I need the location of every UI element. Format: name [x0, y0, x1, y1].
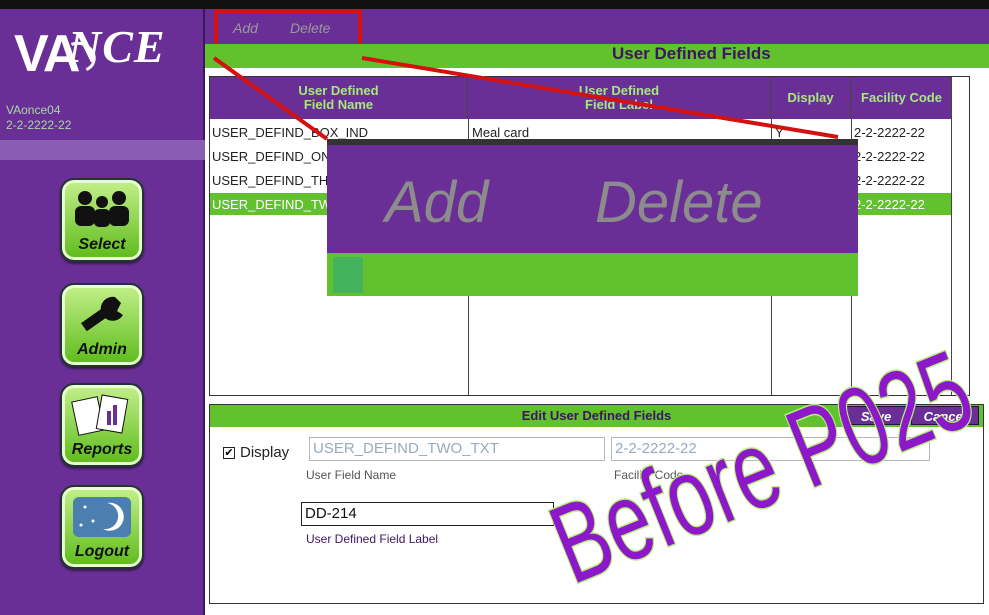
nav-select-label: Select: [78, 236, 126, 253]
sidebar: VA NCE VAonce04 2-2-2222-22 Select Admin…: [0, 0, 205, 615]
cell-field-label: Meal card: [472, 125, 530, 140]
field-label-input[interactable]: DD-214: [301, 502, 554, 526]
zoom-green-band: [327, 253, 858, 296]
cell-facility: 2-2-2222-22: [854, 173, 925, 188]
facility-code-caption: Facility Code: [614, 468, 684, 482]
nav-admin-label: Admin: [77, 341, 127, 358]
nav-reports-button[interactable]: Reports: [60, 383, 144, 467]
nav-logout-button[interactable]: Logout: [60, 485, 144, 569]
header-field-name[interactable]: User Defined Field Name: [210, 77, 468, 119]
cell-facility: 2-2-2222-22: [854, 125, 925, 140]
nav-reports-label: Reports: [71, 441, 133, 458]
title-band: [205, 44, 989, 68]
header-display[interactable]: Display: [771, 77, 851, 119]
zoom-callout: Add Delete: [327, 139, 858, 296]
cell-facility: 2-2-2222-22: [854, 149, 925, 164]
logo-nce: NCE: [68, 21, 166, 72]
header-field-label[interactable]: User Defined Field Label: [468, 77, 771, 119]
zoom-delete-label: Delete: [595, 170, 763, 235]
cell-field-name: USER_DEFIND_BOX_IND: [212, 125, 369, 140]
nav-admin-button[interactable]: Admin: [60, 283, 144, 367]
user-name: VAonce04: [6, 103, 61, 117]
cell-facility: 2-2-2222-22: [854, 197, 925, 212]
save-button[interactable]: Save: [844, 406, 908, 425]
zoom-square: [333, 257, 363, 293]
field-label-caption: User Defined Field Label: [306, 532, 439, 546]
edit-panel: Edit User Defined Fields Save Cancel ✔ D…: [209, 404, 984, 604]
top-stripe: [0, 0, 989, 9]
page-title: User Defined Fields: [612, 44, 771, 63]
reports-icon: [62, 391, 142, 439]
nav-logout-label: Logout: [74, 543, 130, 560]
people-icon: [62, 186, 142, 234]
facility-code-input[interactable]: 2-2-2222-22: [611, 437, 930, 461]
wrench-icon: [62, 291, 142, 339]
vaonce-logo: VA NCE: [14, 12, 204, 83]
table-scrollbar[interactable]: [951, 77, 969, 395]
sidebar-band: [0, 140, 205, 160]
display-checkbox[interactable]: ✔: [223, 447, 235, 459]
zoom-add-label: Add: [385, 170, 489, 235]
header-facility-code[interactable]: Facility Code: [851, 77, 953, 119]
field-name-input[interactable]: USER_DEFIND_TWO_TXT: [309, 437, 605, 461]
field-name-caption: User Field Name: [306, 468, 397, 482]
user-facility-code: 2-2-2222-22: [6, 118, 72, 132]
cancel-button[interactable]: Cancel: [911, 406, 979, 425]
cell-display: Y: [775, 125, 784, 140]
display-checkbox-label: Display: [240, 444, 290, 461]
moon-icon: [62, 493, 142, 541]
nav-select-button[interactable]: Select: [60, 178, 144, 262]
